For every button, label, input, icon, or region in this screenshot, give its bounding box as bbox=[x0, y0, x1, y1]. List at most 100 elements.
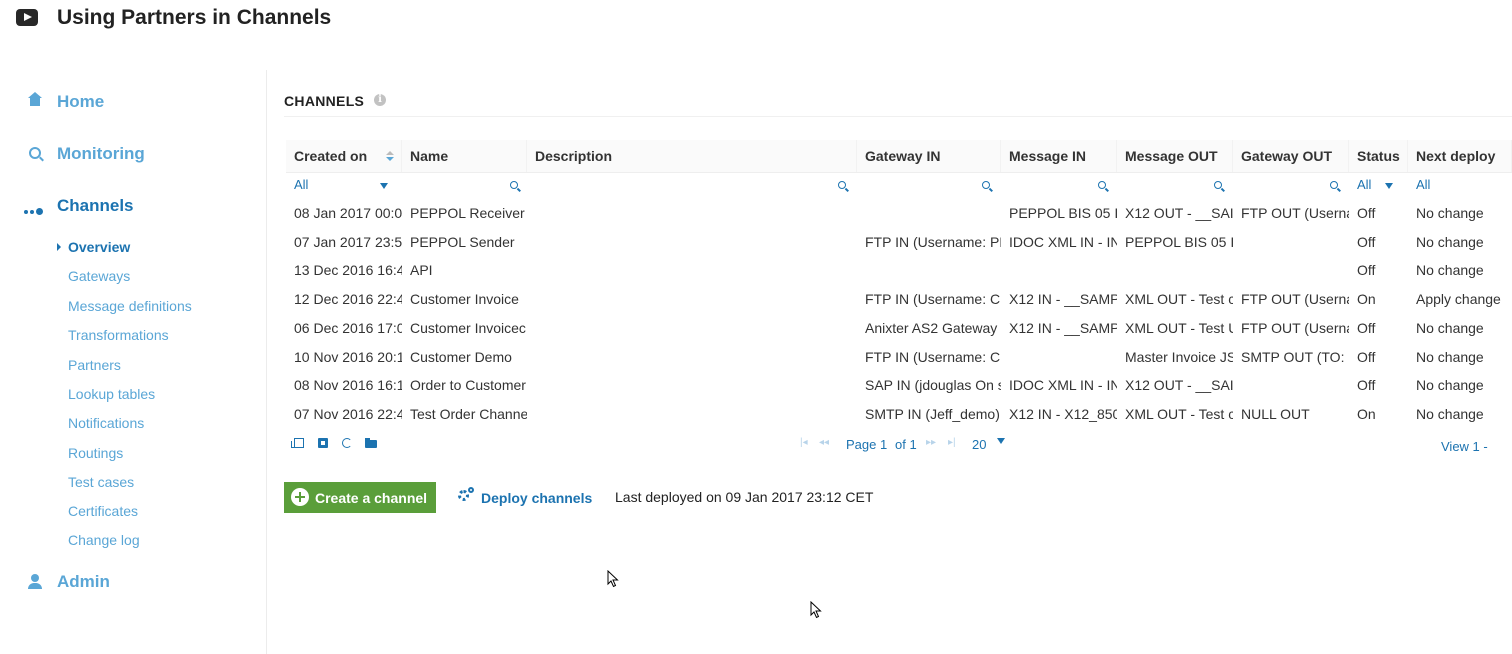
search-icon bbox=[838, 181, 846, 189]
table-row[interactable]: 07 Jan 2017 23:5 PEPPOL Sender FTP IN (Use… bbox=[286, 228, 1512, 257]
sidebar-subitem-change-log[interactable]: Change log bbox=[68, 532, 140, 548]
dropdown-arrow-icon[interactable] bbox=[997, 438, 1005, 444]
refresh-icon[interactable] bbox=[342, 438, 352, 448]
cell-message-in bbox=[1001, 256, 1117, 285]
sidebar-subitem-partners[interactable]: Partners bbox=[68, 357, 121, 373]
last-page-button[interactable]: ▸| bbox=[948, 437, 956, 448]
page-size-select[interactable]: 20 bbox=[972, 437, 986, 452]
sidebar-subitem-transformations[interactable]: Transformations bbox=[68, 327, 169, 343]
dropdown-arrow-icon bbox=[380, 183, 388, 189]
first-page-button[interactable]: |◂ bbox=[800, 437, 808, 448]
view-range-label: View 1 - bbox=[1441, 439, 1488, 454]
table-row[interactable]: 07 Nov 2016 22:4 Test Order Channe SMTP IN… bbox=[286, 400, 1512, 429]
cell-status: Off bbox=[1357, 319, 1376, 336]
deploy-channels-button[interactable]: Deploy channels bbox=[456, 487, 592, 509]
cell-message-in: PEPPOL BIS 05 I bbox=[1009, 205, 1117, 221]
sidebar-item-label: Channels bbox=[57, 196, 134, 215]
cell-message-in: X12 IN - __SAMP bbox=[1009, 319, 1117, 336]
column-header-status[interactable]: Status bbox=[1349, 140, 1408, 172]
search-icon bbox=[982, 181, 990, 189]
page-of-label: of 1 bbox=[895, 437, 917, 452]
table-row[interactable]: 13 Dec 2016 16:4 API Off No change bbox=[286, 256, 1512, 285]
new-window-icon[interactable] bbox=[291, 438, 304, 448]
sidebar-subitem-certificates[interactable]: Certificates bbox=[68, 503, 138, 519]
column-header-message-out[interactable]: Message OUT bbox=[1117, 140, 1233, 172]
search-icon bbox=[1330, 181, 1338, 189]
cell-gateway-out: FTP OUT (Userna bbox=[1241, 319, 1349, 336]
sort-icon[interactable] bbox=[386, 151, 394, 161]
table-row[interactable]: 12 Dec 2016 22:4 Customer Invoice FTP IN (… bbox=[286, 285, 1512, 314]
user-icon bbox=[22, 572, 50, 592]
cell-status: Off bbox=[1357, 377, 1376, 394]
sidebar-subitem-lookup-tables[interactable]: Lookup tables bbox=[68, 386, 155, 402]
sidebar-item-monitoring[interactable]: Monitoring bbox=[22, 142, 145, 166]
next-deploy-filter-select[interactable]: All bbox=[1408, 173, 1512, 197]
filter-value: All bbox=[294, 177, 309, 192]
channels-grid: Created on Name Description Gateway IN M… bbox=[286, 140, 1512, 460]
info-icon[interactable]: i bbox=[374, 94, 386, 106]
cell-created-on: 12 Dec 2016 22:4 bbox=[294, 291, 402, 308]
cell-message-out: XML OUT - Test U bbox=[1125, 319, 1233, 336]
message-out-filter-input[interactable] bbox=[1117, 173, 1233, 197]
table-row[interactable]: 08 Nov 2016 16:1 Order to Customer SAP IN … bbox=[286, 371, 1512, 400]
grid-pager: |◂ ◂◂ Page 1 of 1 ▸▸ ▸| 20 View 1 - bbox=[286, 434, 1512, 454]
name-filter-input[interactable] bbox=[402, 173, 527, 197]
table-row[interactable]: 10 Nov 2016 20:1 Customer Demo FTP IN (Use… bbox=[286, 343, 1512, 372]
video-play-icon[interactable] bbox=[16, 9, 38, 26]
sidebar-subitem-notifications[interactable]: Notifications bbox=[68, 415, 144, 431]
cell-message-in: IDOC XML IN - IN bbox=[1009, 377, 1117, 394]
home-icon bbox=[22, 92, 50, 112]
cell-description bbox=[527, 256, 857, 285]
grid-filter-row: All All All bbox=[286, 173, 1512, 197]
sidebar-item-admin[interactable]: Admin bbox=[22, 570, 110, 594]
cell-message-out: PEPPOL BIS 05 I bbox=[1125, 233, 1233, 250]
table-row[interactable]: 06 Dec 2016 17:0 Customer Invoicec Anixter… bbox=[286, 314, 1512, 343]
column-header-description[interactable]: Description bbox=[527, 140, 857, 172]
column-header-label: Created on bbox=[294, 148, 368, 164]
gateway-in-filter-input[interactable] bbox=[857, 173, 1001, 197]
cell-gateway-in: SMTP IN (Jeff_demo) bbox=[865, 405, 1000, 422]
cell-created-on: 06 Dec 2016 17:0 bbox=[294, 319, 402, 336]
cell-name: PEPPOL Sender bbox=[410, 233, 515, 250]
message-in-filter-input[interactable] bbox=[1001, 173, 1117, 197]
column-header-name[interactable]: Name bbox=[402, 140, 527, 172]
column-header-gateway-out[interactable]: Gateway OUT bbox=[1233, 140, 1349, 172]
column-header-created-on[interactable]: Created on bbox=[286, 140, 402, 172]
gateway-out-filter-input[interactable] bbox=[1233, 173, 1349, 197]
sidebar-subitem-overview[interactable]: Overview bbox=[57, 239, 130, 255]
sidebar-subitem-test-cases[interactable]: Test cases bbox=[68, 474, 134, 490]
sidebar-subitem-message-definitions[interactable]: Message definitions bbox=[68, 298, 192, 314]
folder-icon[interactable] bbox=[365, 438, 377, 448]
search-icon bbox=[1098, 181, 1106, 189]
channels-dots-icon bbox=[22, 196, 50, 216]
sidebar-subitem-routings[interactable]: Routings bbox=[68, 445, 123, 461]
cell-gateway-in: FTP IN (Username: PE bbox=[865, 233, 1001, 250]
cell-next-deploy: No change bbox=[1416, 319, 1484, 336]
cell-name: API bbox=[410, 262, 433, 279]
created-on-filter-select[interactable]: All bbox=[286, 173, 402, 197]
cell-next-deploy: No change bbox=[1416, 262, 1484, 279]
cell-gateway-in: Anixter AS2 Gateway i bbox=[865, 319, 1001, 336]
column-header-next-deploy[interactable]: Next deploy bbox=[1408, 140, 1512, 172]
create-channel-button[interactable]: Create a channel bbox=[284, 482, 436, 513]
next-page-button[interactable]: ▸▸ bbox=[926, 437, 936, 448]
dropdown-arrow-icon bbox=[1385, 183, 1393, 189]
sidebar-subitem-gateways[interactable]: Gateways bbox=[68, 268, 130, 284]
cell-gateway-out: NULL OUT bbox=[1241, 405, 1310, 422]
delete-icon[interactable] bbox=[318, 438, 328, 448]
sidebar-item-label: Home bbox=[57, 92, 105, 111]
cell-message-out bbox=[1117, 256, 1233, 285]
table-row[interactable]: 08 Jan 2017 00:0: PEPPOL Receiver PEPPOL B… bbox=[286, 199, 1512, 228]
cell-description bbox=[527, 199, 857, 228]
prev-page-button[interactable]: ◂◂ bbox=[819, 437, 829, 448]
filter-value: All bbox=[1357, 177, 1372, 192]
column-header-message-in[interactable]: Message IN bbox=[1001, 140, 1117, 172]
status-filter-select[interactable]: All bbox=[1349, 173, 1408, 197]
sidebar-item-home[interactable]: Home bbox=[22, 90, 104, 114]
sidebar-item-channels[interactable]: Channels bbox=[22, 194, 134, 218]
description-filter-input[interactable] bbox=[527, 173, 857, 197]
cell-status: Off bbox=[1357, 205, 1376, 221]
cell-message-in: X12 IN - __SAMP bbox=[1009, 291, 1117, 308]
column-header-gateway-in[interactable]: Gateway IN bbox=[857, 140, 1001, 172]
cell-gateway-out bbox=[1233, 228, 1349, 257]
